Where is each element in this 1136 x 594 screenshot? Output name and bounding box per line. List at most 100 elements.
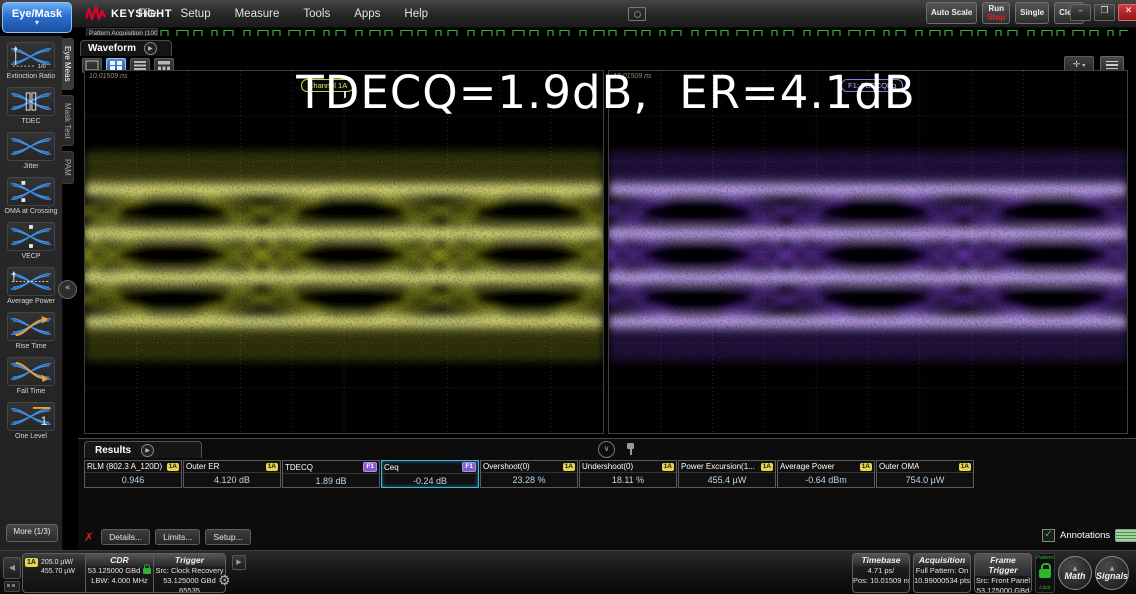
annotations-checkbox[interactable]: ✓ xyxy=(1042,529,1055,542)
sidebar-item-tdec[interactable]: TDEC xyxy=(0,87,62,126)
sidebar-tab-eye-meas[interactable]: Eye Meas xyxy=(62,38,74,90)
math-button[interactable]: ▲Math xyxy=(1058,556,1092,590)
signals-button[interactable]: ▲Signals xyxy=(1095,556,1129,590)
results-pin-icon[interactable] xyxy=(626,442,636,456)
result-cell-overshoot-0[interactable]: Overshoot(0)1A23.28 % xyxy=(480,460,578,488)
fall-time-icon xyxy=(7,357,55,386)
sidebar-tab-pam[interactable]: PAM xyxy=(62,151,74,184)
close-button[interactable]: ✕ xyxy=(1118,4,1136,21)
menu-setup[interactable]: Setup xyxy=(181,8,211,20)
result-cell-average-power[interactable]: Average Power1A-0.64 dBm xyxy=(777,460,875,488)
sidebar-item-label: Jitter xyxy=(0,163,62,171)
sidebar-tab-mask-test[interactable]: Mask Test xyxy=(62,95,74,147)
cdr-lbw: LBW: 4.000 MHz xyxy=(86,576,153,586)
mode-selector-button[interactable]: Eye/Mask ▾ xyxy=(2,2,72,33)
result-cell-power-excursion-1[interactable]: Power Excursion(1...1A455.4 µW xyxy=(678,460,776,488)
sidebar-item-fall-time[interactable]: Fall Time xyxy=(0,357,62,396)
results-cells: RLM (802.3 A_120D)1A0.946Outer ER1A4.120… xyxy=(84,460,974,488)
results-tab[interactable]: Results ▶ xyxy=(84,441,202,458)
measurement-sidebar: 1/0Extinction Ratio TDEC Jitter OMA at Cros… xyxy=(0,36,63,550)
sidebar-item-jitter[interactable]: Jitter xyxy=(0,132,62,171)
results-panel: Results ▶ ∨ RLM (802.3 A_120D)1A0.946Out… xyxy=(78,438,1136,551)
status-expand-button[interactable]: ▶ xyxy=(232,555,246,570)
result-cell-undershoot-0[interactable]: Undershoot(0)1A18.11 % xyxy=(579,460,677,488)
channel-1a-badge: 1A xyxy=(25,558,38,567)
setup-button[interactable]: Setup... xyxy=(205,529,250,545)
waveform-tab[interactable]: Waveform ▶ xyxy=(80,40,172,56)
acquisition-panel[interactable]: Acquisition Full Pattern: On 10.99000534… xyxy=(913,553,971,593)
result-cell-outer-er[interactable]: Outer ER1A4.120 dB xyxy=(183,460,281,488)
window-controls: – ❐ ✕ xyxy=(1070,4,1136,21)
sidebar-item-label: One Level xyxy=(0,433,62,441)
menu-file[interactable]: File xyxy=(138,8,157,20)
result-cell-tdecq[interactable]: TDECQF11.89 dB xyxy=(282,460,380,488)
pattern-lock-top-label: Pattern xyxy=(1036,555,1054,561)
auto-scale-button[interactable]: Auto Scale xyxy=(926,2,977,24)
result-source-badge: 1A xyxy=(662,463,674,471)
menu-apps[interactable]: Apps xyxy=(354,8,380,20)
sidebar-item-average-power[interactable]: Average Power xyxy=(0,267,62,306)
channel-scale-panel[interactable]: 1A 205.0 µW/ 455.70 µW xyxy=(22,553,86,593)
sidebar-item-oma-at-crossing[interactable]: OMA at Crossing xyxy=(0,177,62,216)
restore-button[interactable]: ❐ xyxy=(1094,4,1115,21)
sidebar-item-extinction-ratio[interactable]: 1/0Extinction Ratio xyxy=(0,42,62,81)
result-name: Outer OMA xyxy=(879,462,919,471)
limit-fail-icon: ✗ xyxy=(84,530,94,544)
result-cell-rlm-802-3-a-120d[interactable]: RLM (802.3 A_120D)1A0.946 xyxy=(84,460,182,488)
menu-help[interactable]: Help xyxy=(404,8,428,20)
average-power-icon xyxy=(7,267,55,296)
result-cell-ceq[interactable]: CeqF1-0.24 dB xyxy=(381,460,479,488)
results-play-icon[interactable]: ▶ xyxy=(141,444,154,457)
single-button[interactable]: Single xyxy=(1015,2,1049,24)
result-source-badge: 1A xyxy=(761,463,773,471)
sidebar-collapse-button[interactable]: « xyxy=(58,280,77,299)
timebase-status-group: Timebase 4.71 ps/ Pos: 10.01509 ns Acqui… xyxy=(852,553,1129,593)
timebase-title: Timebase xyxy=(853,554,909,566)
status-bar: ◀ 1A 205.0 µW/ 455.70 µW CDR 53.125000 G… xyxy=(0,550,1136,594)
trigger-panel[interactable]: Trigger Src: Clock Recovery 53.125000 GB… xyxy=(154,553,226,593)
annotations-toggle: ✓ Annotations xyxy=(1042,529,1136,542)
panel-grid-button[interactable] xyxy=(4,581,20,592)
sidebar-item-rise-time[interactable]: Rise Time xyxy=(0,312,62,351)
sidebar-item-vecp[interactable]: VECP xyxy=(0,222,62,261)
limits-button[interactable]: Limits... xyxy=(155,529,200,545)
menu-tools[interactable]: Tools xyxy=(303,8,330,20)
result-value: -0.64 dBm xyxy=(778,473,874,486)
minimize-button[interactable]: – xyxy=(1070,4,1091,21)
result-value: -0.24 dB xyxy=(382,474,478,487)
screenshot-camera-icon[interactable] xyxy=(628,7,646,21)
sidebar-item-one-level[interactable]: 1One Level xyxy=(0,402,62,441)
frame-trigger-panel[interactable]: Frame Trigger Src: Front Panel 53.125000… xyxy=(974,553,1032,593)
chevron-down-icon: ▾ xyxy=(35,20,39,26)
eye-pane-function[interactable]: 10.01509 ns F1: TDECQEq xyxy=(608,70,1128,434)
timebase-scale: 4.71 ps/ xyxy=(853,566,909,576)
pattern-lock-icon xyxy=(1039,569,1051,578)
result-value: 455.4 µW xyxy=(679,473,775,486)
annotations-color-button[interactable] xyxy=(1115,529,1136,542)
result-name: Overshoot(0) xyxy=(483,462,530,471)
timebase-panel[interactable]: Timebase 4.71 ps/ Pos: 10.01509 ns xyxy=(852,553,910,593)
acquisition-points: 10.99000534 pts/UI xyxy=(914,576,970,586)
menu-measure[interactable]: Measure xyxy=(235,8,280,20)
waveform-play-icon[interactable]: ▶ xyxy=(144,42,157,55)
annotations-label: Annotations xyxy=(1060,530,1110,541)
frame-trigger-source: Src: Front Panel xyxy=(975,576,1031,586)
results-footer: ✗ Details... Limits... Setup... xyxy=(84,529,251,545)
run-stop-button[interactable]: RunStop xyxy=(982,2,1010,24)
result-value: 18.11 % xyxy=(580,473,676,486)
result-cell-outer-oma[interactable]: Outer OMA1A754.0 µW xyxy=(876,460,974,488)
cdr-lock-icon xyxy=(143,568,151,574)
sidebar-item-label: VECP xyxy=(0,253,62,261)
scroll-left-button[interactable]: ◀ xyxy=(3,557,21,579)
settings-gear-icon[interactable]: ⚙ xyxy=(218,573,231,589)
tdec-icon xyxy=(7,87,55,116)
results-collapse-icon[interactable]: ∨ xyxy=(598,441,615,458)
acquisition-mode: Full Pattern: On xyxy=(914,566,970,576)
details-button[interactable]: Details... xyxy=(101,529,150,545)
eye-pane-channel[interactable]: 10.01509 ns Channel 1A xyxy=(84,70,604,434)
cdr-panel[interactable]: CDR 53.125000 GBd LBW: 4.000 MHz xyxy=(86,553,154,593)
results-tab-label: Results xyxy=(95,445,131,456)
more-measurements-button[interactable]: More (1/3) xyxy=(6,524,58,542)
result-source-badge: 1A xyxy=(167,463,179,471)
result-source-badge: F1 xyxy=(462,462,476,472)
